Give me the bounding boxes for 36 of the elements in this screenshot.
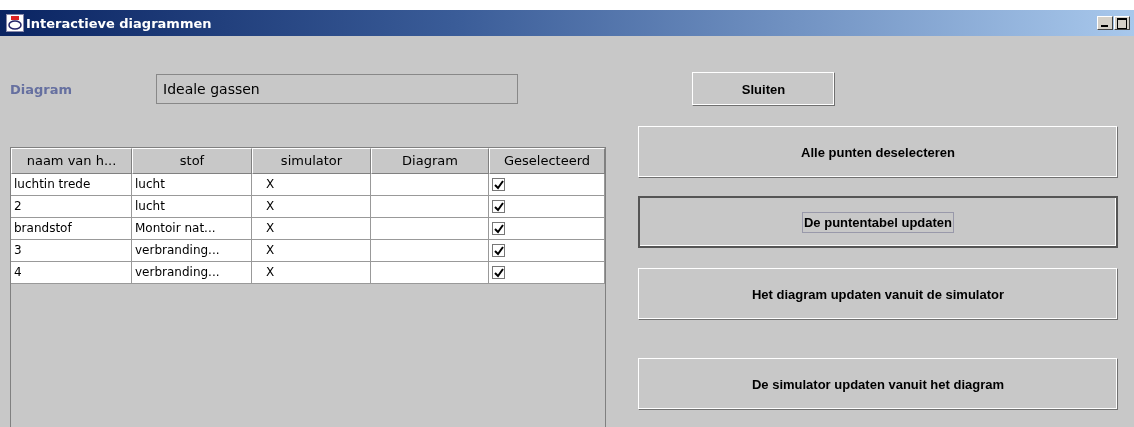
window-title: Interactieve diagrammen bbox=[26, 15, 213, 31]
table-cell: X bbox=[252, 196, 371, 218]
app-icon bbox=[6, 14, 24, 32]
table-cell: brandstof bbox=[11, 218, 132, 240]
table-cell: luchtin trede bbox=[11, 174, 132, 196]
column-header[interactable]: Geselecteerd bbox=[489, 148, 605, 174]
table-cell: X bbox=[252, 218, 371, 240]
table-cell: verbranding... bbox=[132, 262, 252, 284]
checkbox[interactable] bbox=[492, 178, 505, 191]
table-cell: lucht bbox=[132, 196, 252, 218]
diagram-label: Diagram bbox=[10, 81, 74, 97]
column-header[interactable]: stof bbox=[132, 148, 252, 174]
table-cell: 4 bbox=[11, 262, 132, 284]
table-cell: verbranding... bbox=[132, 240, 252, 262]
diagram-field: Ideale gassen bbox=[156, 74, 518, 104]
checkbox[interactable] bbox=[492, 266, 505, 279]
maximize-button[interactable] bbox=[1114, 16, 1130, 30]
table-cell: Montoir nat... bbox=[132, 218, 252, 240]
action-button[interactable]: Het diagram updaten vanuit de simulator bbox=[638, 268, 1118, 320]
column-header[interactable]: Diagram bbox=[371, 148, 489, 174]
table-cell: 3 bbox=[11, 240, 132, 262]
action-button[interactable]: De puntentabel updaten bbox=[638, 196, 1118, 248]
table-cell: X bbox=[252, 262, 371, 284]
checkbox[interactable] bbox=[492, 222, 505, 235]
column-header[interactable]: naam van h... bbox=[11, 148, 132, 174]
minimize-button[interactable] bbox=[1097, 16, 1113, 30]
table-cell: X bbox=[252, 240, 371, 262]
table-cell: X bbox=[252, 174, 371, 196]
checkbox[interactable] bbox=[492, 244, 505, 257]
close-button[interactable]: Sluiten bbox=[692, 72, 835, 106]
action-button[interactable]: De simulator updaten vanuit het diagram bbox=[638, 358, 1118, 410]
table-cell: lucht bbox=[132, 174, 252, 196]
table-cell: 2 bbox=[11, 196, 132, 218]
column-header[interactable]: simulator bbox=[252, 148, 371, 174]
action-button[interactable]: Alle punten deselecteren bbox=[638, 126, 1118, 178]
checkbox[interactable] bbox=[492, 200, 505, 213]
